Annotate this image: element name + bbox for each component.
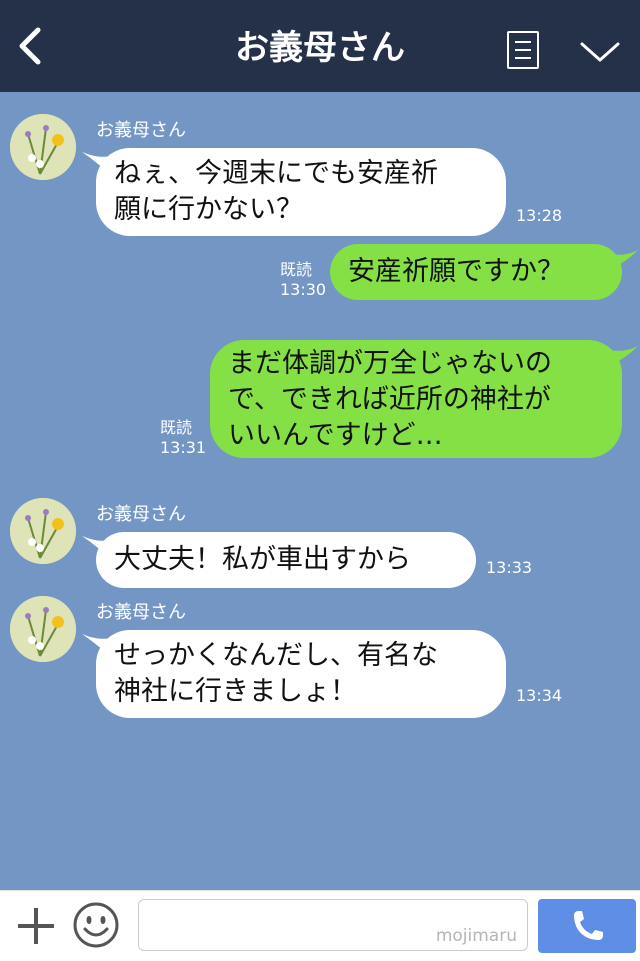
message-line: せっかくなんだし、有名な xyxy=(114,640,438,671)
message-time: 13:33 xyxy=(486,558,533,577)
message-line: ねぇ、今週末にでも安産祈 xyxy=(114,158,438,189)
read-receipt: 既読 13:30 xyxy=(280,260,326,300)
read-label: 既読 xyxy=(160,418,193,437)
plus-icon[interactable] xyxy=(14,904,58,948)
watermark: mojimaru xyxy=(435,926,517,946)
flower-icon xyxy=(10,498,76,564)
message-line: まだ体調が万全じゃないの xyxy=(228,348,552,379)
message-time: 13:30 xyxy=(280,280,327,299)
message-bubble[interactable]: まだ体調が万全じゃないの で、できれば近所の神社が いいんですけど… xyxy=(210,340,622,458)
message-bubble[interactable]: 大丈夫！私が車出すから xyxy=(96,532,476,588)
message-time: 13:31 xyxy=(160,438,207,457)
input-bar: mojimaru xyxy=(0,890,640,961)
sender-name: お義母さん xyxy=(96,602,186,623)
message-time: 13:34 xyxy=(516,686,563,705)
bubble-tail xyxy=(608,250,638,270)
read-receipt: 既読 13:31 xyxy=(160,418,206,458)
flower-icon xyxy=(10,596,76,662)
smiley-icon[interactable] xyxy=(72,901,120,949)
chat-area[interactable]: お義母さん ねぇ、今週末にでも安産祈 願に行かない？ 13:28 既読 13:3… xyxy=(0,92,640,890)
avatar[interactable] xyxy=(10,114,76,180)
message-line: で、できれば近所の神社が xyxy=(228,384,551,415)
phone-icon xyxy=(574,911,603,940)
message-time: 13:28 xyxy=(516,206,563,225)
read-label: 既読 xyxy=(280,260,313,279)
message-line: 願に行かない？ xyxy=(114,194,303,225)
message-input[interactable]: mojimaru xyxy=(138,899,528,951)
message-line: 安産祈願ですか？ xyxy=(348,256,564,287)
message-line: いいんですけど… xyxy=(228,420,443,451)
chat-header: お義母さん xyxy=(0,0,640,92)
message-line: 神社に行きましょ！ xyxy=(114,676,357,707)
chevron-down-icon[interactable] xyxy=(580,40,620,64)
message-bubble[interactable]: 安産祈願ですか？ xyxy=(330,244,622,300)
flower-icon xyxy=(10,114,76,180)
chat-title: お義母さん xyxy=(235,28,405,68)
call-button[interactable] xyxy=(538,899,636,953)
message-bubble[interactable]: ねぇ、今週末にでも安産祈 願に行かない？ xyxy=(96,148,506,236)
sender-name: お義母さん xyxy=(96,120,186,141)
message-bubble[interactable]: せっかくなんだし、有名な 神社に行きましょ！ xyxy=(96,630,506,718)
avatar[interactable] xyxy=(10,596,76,662)
avatar[interactable] xyxy=(10,498,76,564)
message-line: 大丈夫！私が車出すから xyxy=(114,544,411,575)
menu-icon[interactable] xyxy=(507,31,539,69)
sender-name: お義母さん xyxy=(96,504,186,525)
bubble-tail xyxy=(608,346,638,366)
